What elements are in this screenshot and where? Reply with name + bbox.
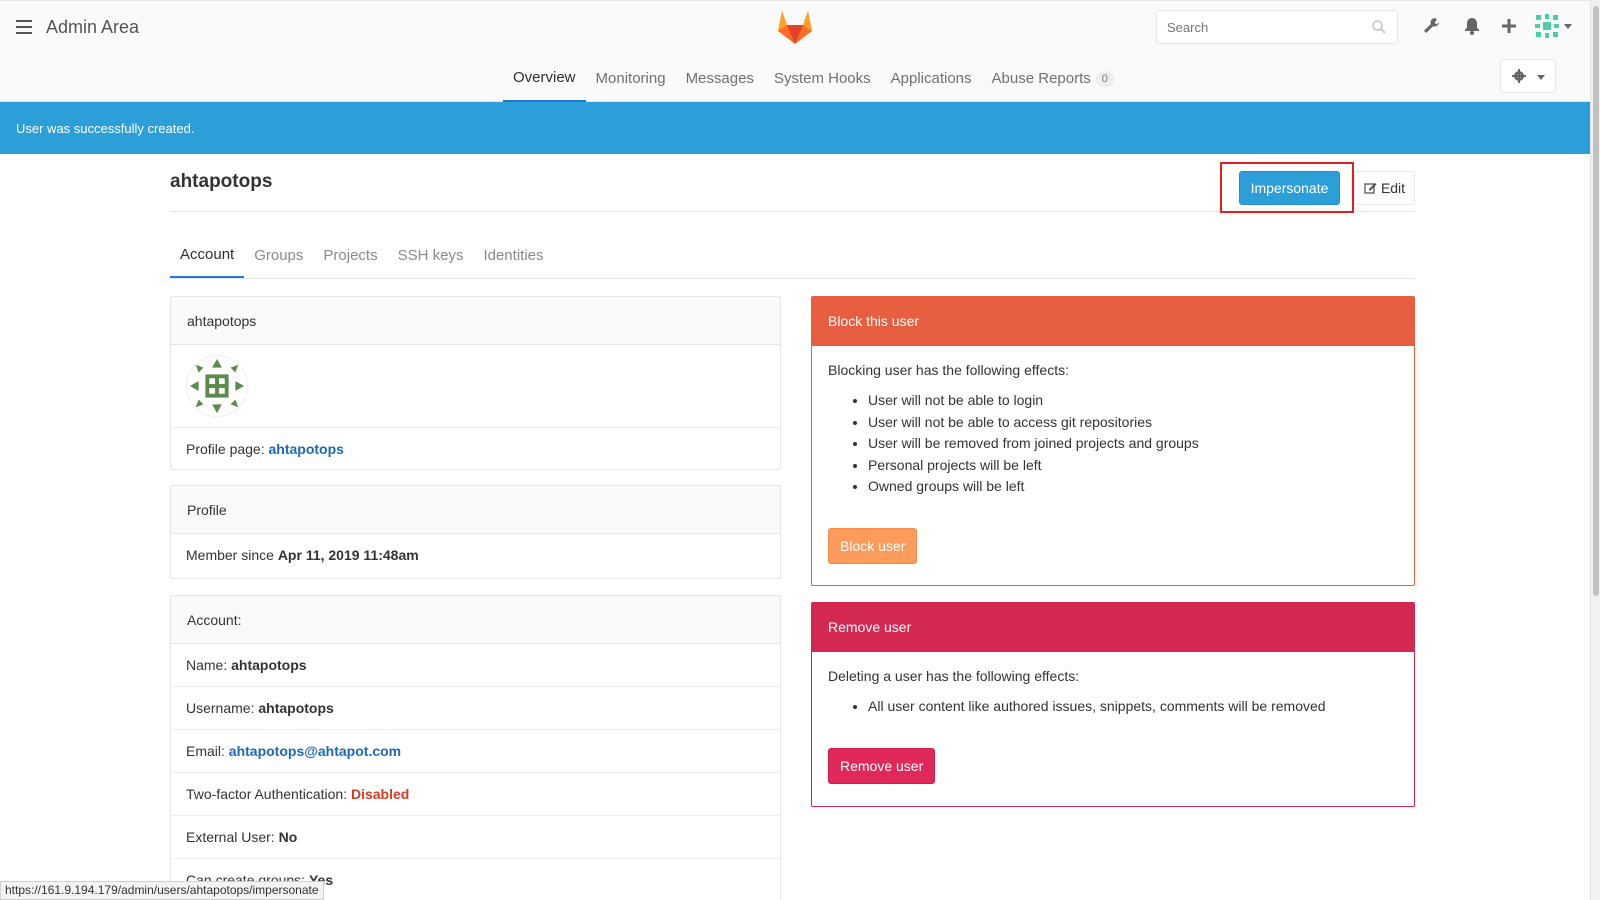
tab-groups[interactable]: Groups: [244, 232, 313, 278]
block-user-button[interactable]: Block user: [828, 527, 918, 564]
list-item: All user content like authored issues, s…: [868, 696, 1398, 718]
plus-icon[interactable]: [1498, 15, 1520, 37]
profile-page-link[interactable]: ahtapotops: [269, 441, 344, 457]
gitlab-logo[interactable]: [776, 9, 814, 45]
tab-account[interactable]: Account: [170, 232, 245, 278]
impersonate-button[interactable]: Impersonate: [1239, 171, 1340, 205]
status-bar-url: https://161.9.194.179/admin/users/ahtapo…: [0, 881, 324, 900]
top-header: Admin Area Overview Monitoring Messages …: [0, 0, 1590, 102]
gear-icon: [1512, 69, 1526, 83]
remove-effects-list: All user content like authored issues, s…: [868, 696, 1398, 718]
remove-panel-header: Remove user: [812, 603, 1414, 652]
account-card-header: Account:: [171, 596, 780, 644]
nav-applications[interactable]: Applications: [881, 55, 982, 102]
search-icon: [1372, 20, 1386, 34]
wrench-icon[interactable]: [1420, 15, 1442, 37]
external-user-row: External User: No: [171, 816, 780, 859]
two-factor-status: Disabled: [350, 786, 410, 802]
user-tabs: Account Groups Projects SSH keys Identit…: [170, 232, 554, 278]
remove-intro: Deleting a user has the following effect…: [828, 668, 1080, 684]
list-item: User will be removed from joined project…: [868, 433, 1398, 455]
block-user-panel: Block this user Blocking user has the fo…: [811, 296, 1415, 586]
block-panel-header: Block this user: [812, 297, 1414, 346]
remove-user-panel: Remove user Deleting a user has the foll…: [811, 602, 1415, 807]
nav-monitoring[interactable]: Monitoring: [586, 55, 676, 102]
list-item: User will not be able to access git repo…: [868, 412, 1398, 434]
profile-card: Profile Member since Apr 11, 2019 11:48a…: [170, 485, 781, 579]
tab-identities[interactable]: Identities: [473, 232, 553, 278]
page-scrollbar[interactable]: [1590, 0, 1600, 900]
flash-notice: User was successfully created.: [0, 102, 1590, 154]
page-title: ahtapotops: [170, 171, 273, 192]
list-item: User will not be able to login: [868, 390, 1398, 412]
tab-ssh-keys[interactable]: SSH keys: [388, 232, 474, 278]
two-factor-row: Two-factor Authentication: Disabled: [171, 773, 780, 816]
app-title: Admin Area: [46, 17, 140, 37]
user-card-header: ahtapotops: [171, 297, 780, 345]
search-input[interactable]: [1157, 11, 1357, 43]
scrollbar-thumb[interactable]: [1593, 6, 1599, 596]
account-card: Account: Name: ahtapotops Username: ahta…: [170, 595, 781, 900]
email-link[interactable]: ahtapotops@ahtapot.com: [229, 743, 401, 759]
admin-nav: Overview Monitoring Messages System Hook…: [503, 55, 1124, 102]
abuse-count-badge: 0: [1095, 70, 1114, 87]
nav-system-hooks[interactable]: System Hooks: [764, 55, 881, 102]
nav-messages[interactable]: Messages: [676, 55, 764, 102]
user-avatar[interactable]: [1534, 13, 1560, 39]
edit-icon: [1364, 183, 1377, 194]
edit-button[interactable]: Edit: [1354, 171, 1415, 205]
divider: [170, 278, 1415, 279]
chevron-down-icon: [1537, 75, 1545, 80]
profile-page-row: Profile page: ahtapotops: [171, 427, 780, 470]
user-avatar: [186, 355, 248, 417]
list-item: Owned groups will be left: [868, 476, 1398, 498]
user-card: ahtapotops Profile page: ahtapotops: [170, 296, 781, 470]
nav-abuse-reports[interactable]: Abuse Reports 0: [982, 55, 1124, 102]
member-since-row: Member since Apr 11, 2019 11:48am: [186, 547, 419, 563]
search-box[interactable]: [1156, 10, 1398, 44]
name-row: Name: ahtapotops: [171, 644, 780, 687]
hamburger-icon[interactable]: [16, 20, 32, 34]
profile-card-header: Profile: [171, 486, 780, 534]
block-intro: Blocking user has the following effects:: [828, 362, 1069, 378]
tab-projects[interactable]: Projects: [313, 232, 387, 278]
email-row: Email: ahtapotops@ahtapot.com: [171, 730, 780, 773]
settings-dropdown-button[interactable]: [1500, 59, 1556, 93]
username-row: Username: ahtapotops: [171, 687, 780, 730]
list-item: Personal projects will be left: [868, 455, 1398, 477]
remove-user-button[interactable]: Remove user: [828, 747, 936, 784]
chevron-down-icon[interactable]: [1564, 24, 1572, 29]
nav-overview[interactable]: Overview: [503, 55, 586, 102]
block-effects-list: User will not be able to login User will…: [868, 390, 1398, 498]
bell-icon[interactable]: [1461, 15, 1483, 37]
